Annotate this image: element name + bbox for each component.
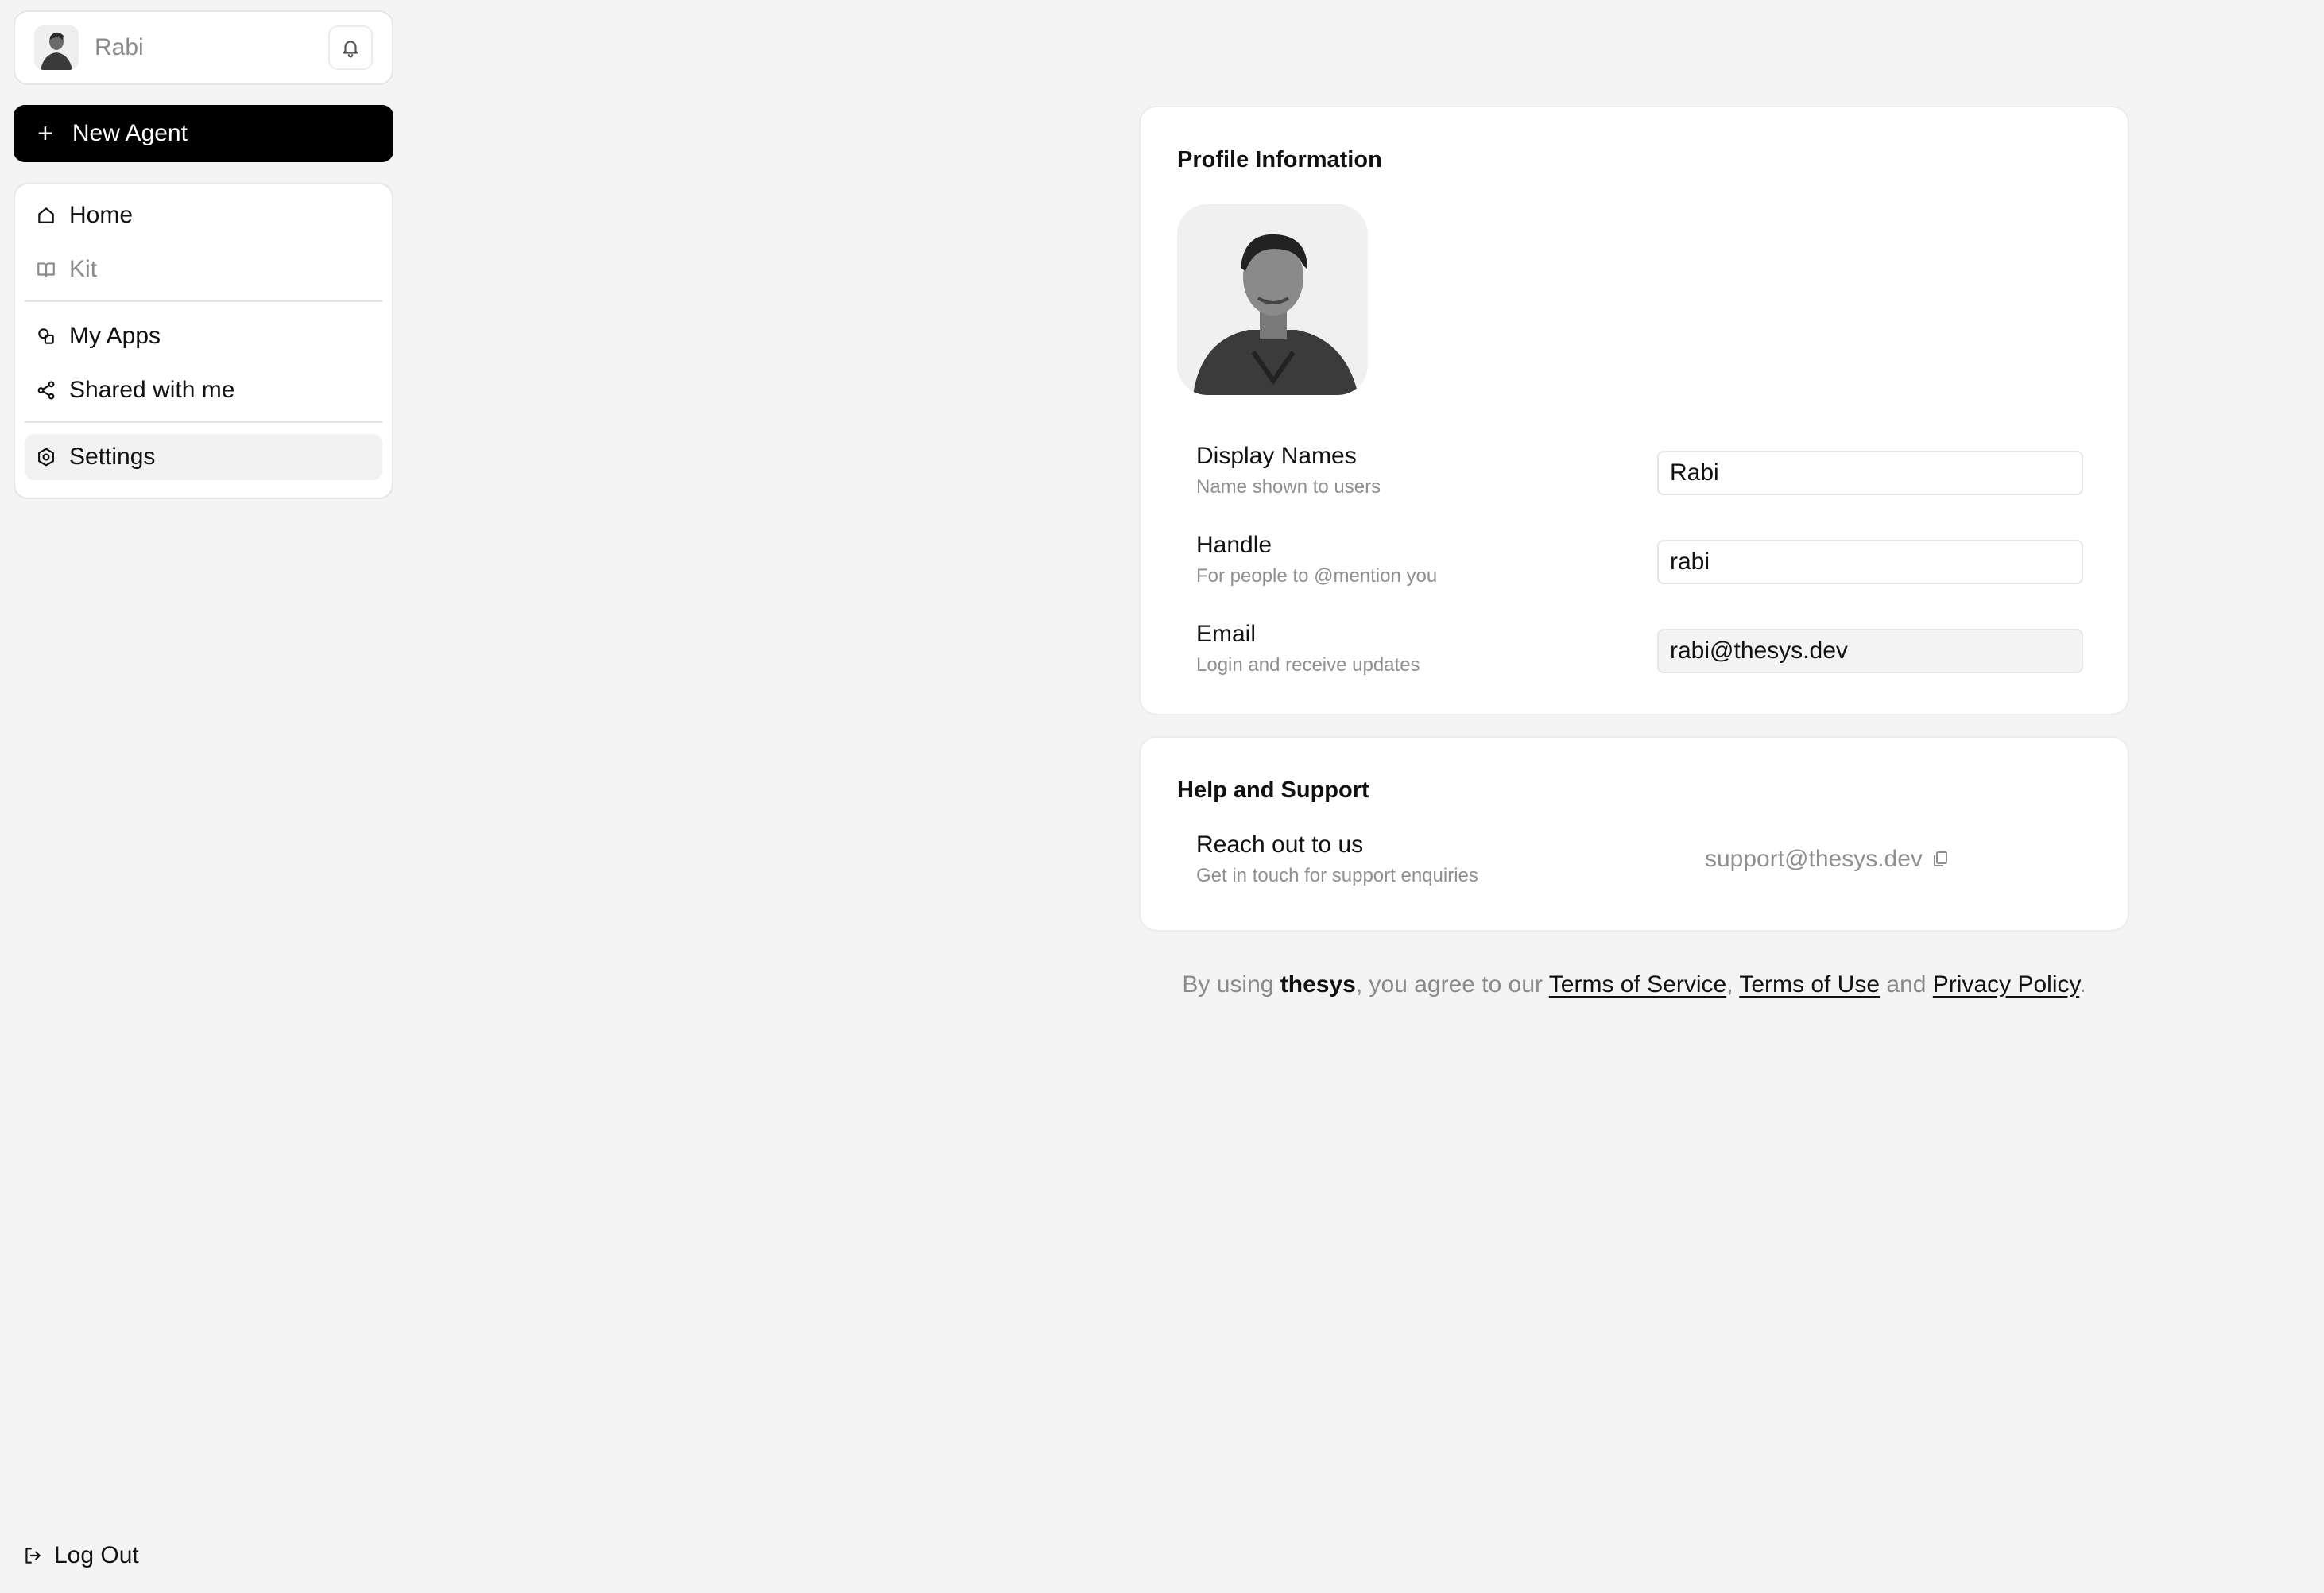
display-name-input[interactable]: [1657, 451, 2083, 495]
sidebar-item-settings[interactable]: Settings: [25, 434, 382, 480]
app-root: Rabi + New Agent Home Kit My Apps Shared…: [0, 0, 2324, 1593]
handle-row: Handle For people to @mention you: [1196, 532, 2083, 595]
sidebar-item-label: My Apps: [69, 323, 161, 349]
sidebar-item-label: Home: [69, 202, 134, 228]
new-agent-label: New Agent: [72, 120, 188, 146]
nav-divider: [25, 421, 382, 423]
support-label: Reach out to us: [1196, 831, 1364, 858]
profile-title: Profile Information: [1177, 147, 1382, 172]
sidebar-item-kit[interactable]: Kit: [25, 246, 382, 293]
user-name: Rabi: [95, 34, 144, 60]
help-title: Help and Support: [1177, 777, 1369, 803]
email-row: Email Login and receive updates: [1196, 621, 2083, 684]
footer-comma: ,: [1726, 971, 1740, 998]
support-email[interactable]: support@thesys.dev: [1705, 846, 1950, 873]
new-agent-button[interactable]: + New Agent: [14, 105, 393, 162]
avatar: [34, 25, 79, 70]
plus-icon: +: [37, 118, 53, 149]
copy-icon[interactable]: [1931, 850, 1950, 869]
footer-brand: thesys: [1280, 971, 1356, 998]
support-email-text: support@thesys.dev: [1705, 846, 1923, 872]
logout-icon: [22, 1545, 43, 1566]
privacy-policy-link[interactable]: Privacy Policy: [1933, 971, 2079, 998]
terms-of-use-link[interactable]: Terms of Use: [1739, 971, 1880, 998]
email-field: [1657, 629, 2083, 673]
logout-label: Log Out: [54, 1542, 139, 1568]
bell-icon: [343, 41, 358, 58]
help-card: Help and Support Reach out to us Get in …: [1139, 736, 2129, 932]
sidebar-item-label: Settings: [69, 444, 156, 470]
book-icon: [34, 258, 58, 281]
support-row: Reach out to us Get in touch for support…: [1196, 831, 2083, 895]
sidebar-item-label: Kit: [69, 256, 98, 282]
footer-prefix: By using: [1182, 971, 1280, 998]
terms-of-service-link[interactable]: Terms of Service: [1549, 971, 1726, 998]
sidebar-item-my-apps[interactable]: My Apps: [25, 313, 382, 359]
sidebar-item-shared-with-me[interactable]: Shared with me: [25, 367, 382, 413]
profile-card: Profile Information Display Names Name s…: [1139, 106, 2129, 715]
share-icon: [34, 378, 58, 402]
profile-avatar[interactable]: [1177, 204, 1368, 395]
sidebar-nav: Home Kit My Apps Shared with me Settings: [14, 183, 393, 499]
notifications-button[interactable]: [328, 25, 373, 70]
gear-icon: [34, 445, 58, 469]
logout-button[interactable]: Log Out: [22, 1542, 139, 1569]
apps-icon: [34, 324, 58, 348]
home-icon: [34, 203, 58, 227]
user-card[interactable]: Rabi: [14, 10, 393, 85]
sidebar-item-home[interactable]: Home: [25, 192, 382, 238]
legal-footer: By using thesys, you agree to our Terms …: [1139, 971, 2129, 998]
support-hint: Get in touch for support enquiries: [1196, 865, 1478, 886]
footer-middle: , you agree to our: [1355, 971, 1549, 998]
footer-period: .: [2079, 971, 2086, 998]
nav-divider: [25, 300, 382, 302]
handle-input[interactable]: [1657, 540, 2083, 584]
display-name-row: Display Names Name shown to users: [1196, 443, 2083, 506]
footer-and: and: [1880, 971, 1933, 998]
sidebar-item-label: Shared with me: [69, 377, 235, 403]
